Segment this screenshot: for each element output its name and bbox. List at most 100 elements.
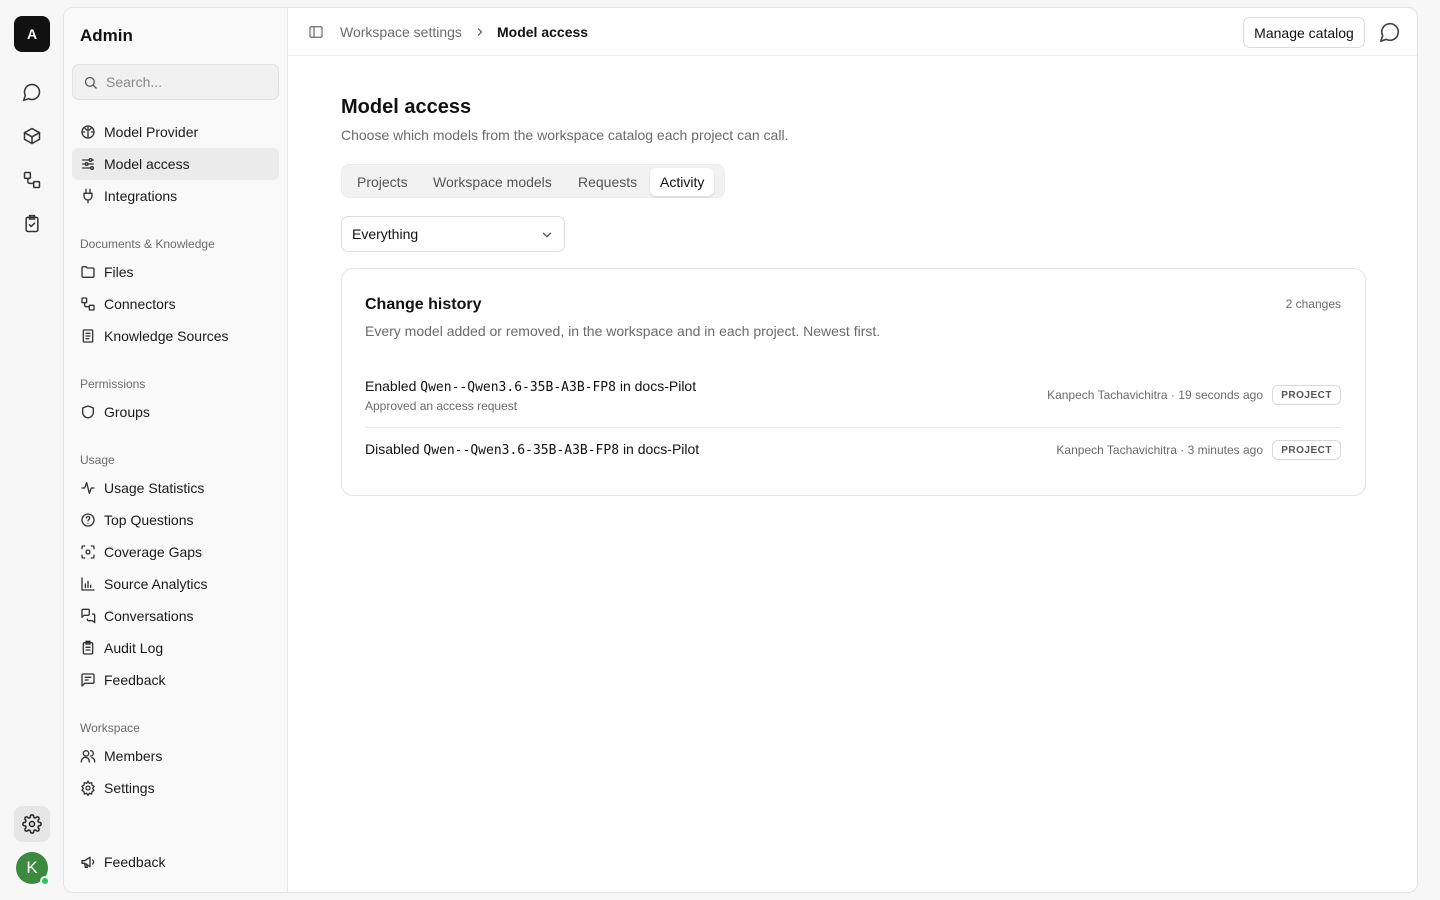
sidebar-item-label: Audit Log	[104, 640, 164, 656]
sidebar-item-label: Model Provider	[104, 124, 199, 140]
row-meta: Kanpech Tachavichitra · 19 seconds ago	[1047, 388, 1263, 402]
sidebar-item-label: Feedback	[104, 672, 166, 688]
sidebar-item-top-questions[interactable]: Top Questions	[72, 504, 279, 536]
scope-badge: PROJECT	[1272, 385, 1341, 405]
activity-filter-select[interactable]: Everything	[341, 216, 565, 252]
row-model: Qwen--Qwen3.6-35B-A3B-FP8	[420, 380, 616, 395]
sidebar-item-audit-log[interactable]: Audit Log	[72, 632, 279, 664]
scan-icon	[81, 545, 95, 559]
cube-icon	[23, 127, 41, 145]
connector-icon	[81, 297, 95, 311]
row-model: Qwen--Qwen3.6-35B-A3B-FP8	[423, 443, 620, 458]
plug-icon	[83, 188, 93, 204]
workspace-logo[interactable]: A	[14, 16, 50, 52]
tab-bar: Projects Workspace models Requests Activ…	[341, 164, 725, 198]
sidebar-footer-feedback[interactable]: Feedback	[72, 846, 279, 878]
page-subtitle: Choose which models from the workspace c…	[341, 127, 789, 143]
sidebar-search-input[interactable]	[106, 74, 266, 90]
settings-rail-button[interactable]	[14, 806, 50, 842]
app-frame: Admin Model Provider Model access Integr…	[63, 7, 1418, 893]
breadcrumb-parent[interactable]: Workspace settings	[340, 24, 462, 40]
change-count: 2 changes	[1285, 297, 1341, 311]
change-history-card: Change history 2 changes Every model add…	[341, 268, 1366, 496]
sidebar-item-label: Conversations	[104, 608, 194, 624]
row-divider	[365, 427, 1341, 428]
breadcrumb-current: Model access	[497, 24, 589, 40]
sidebar-item-members[interactable]: Members	[72, 740, 279, 772]
workflows-rail-button[interactable]	[14, 162, 50, 198]
gear-icon	[81, 780, 95, 796]
sidebar-title: Admin	[80, 26, 133, 45]
sidebar-item-model-provider[interactable]: Model Provider	[72, 116, 279, 148]
sidebar-item-files[interactable]: Files	[72, 256, 279, 288]
chat-bubble-icon	[22, 83, 41, 102]
messages-icon	[81, 608, 96, 624]
sidebar-item-label: Source Analytics	[104, 576, 208, 592]
sidebar-item-label: Files	[104, 264, 134, 280]
section-title-documents: Documents & Knowledge	[80, 237, 215, 251]
card-subtitle: Every model added or removed, in the wor…	[365, 323, 881, 339]
card-title: Change history	[365, 296, 482, 313]
sidebar-item-label: Usage Statistics	[104, 480, 205, 496]
online-status-dot	[40, 876, 50, 886]
brain-icon	[81, 125, 95, 139]
section-title-usage: Usage	[80, 453, 115, 467]
row-action: Enabled	[365, 378, 417, 394]
chevron-down-icon	[542, 232, 552, 238]
sidebar-item-label: Settings	[104, 780, 155, 796]
sidebar-item-label: Connectors	[104, 296, 176, 312]
users-icon	[80, 750, 96, 763]
folder-icon	[81, 266, 95, 278]
icon-rail: A K	[0, 0, 64, 900]
bar-chart-icon	[81, 577, 95, 591]
gear-icon	[22, 814, 42, 834]
sidebar-item-connectors[interactable]: Connectors	[72, 288, 279, 320]
section-title-workspace: Workspace	[80, 721, 140, 735]
question-icon	[81, 513, 95, 527]
clipboard-check-icon	[25, 214, 39, 233]
tab-projects[interactable]: Projects	[347, 168, 418, 196]
main-content: Model access Choose which models from th…	[288, 56, 1417, 892]
activity-icon	[81, 482, 95, 494]
scope-badge: PROJECT	[1272, 440, 1341, 460]
sidebar-item-source-analytics[interactable]: Source Analytics	[72, 568, 279, 600]
sidebar-item-groups[interactable]: Groups	[72, 396, 279, 428]
sidebar-item-label: Feedback	[104, 854, 166, 870]
tab-activity[interactable]: Activity	[650, 168, 715, 196]
sidebar-item-label: Model access	[104, 156, 190, 172]
book-icon	[82, 329, 94, 343]
admin-sidebar: Admin Model Provider Model access Integr…	[64, 8, 288, 892]
tab-requests[interactable]: Requests	[568, 168, 647, 196]
sidebar-item-knowledge-sources[interactable]: Knowledge Sources	[72, 320, 279, 352]
row-meta: Kanpech Tachavichitra · 3 minutes ago	[1056, 443, 1263, 457]
sidebar-item-usage-statistics[interactable]: Usage Statistics	[72, 472, 279, 504]
toggle-sidebar-icon[interactable]	[308, 24, 324, 40]
sidebar-item-coverage-gaps[interactable]: Coverage Gaps	[72, 536, 279, 568]
manage-catalog-button[interactable]: Manage catalog	[1243, 17, 1365, 48]
sidebar-item-settings[interactable]: Settings	[72, 772, 279, 804]
history-row: Enabled Qwen--Qwen3.6-35B-A3B-FP8 in doc…	[365, 378, 1341, 418]
tasks-rail-button[interactable]	[14, 206, 50, 242]
sidebar-item-label: Coverage Gaps	[104, 544, 203, 560]
clipboard-icon	[82, 640, 94, 655]
shield-icon	[82, 405, 94, 419]
sidebar-search[interactable]	[72, 64, 279, 100]
message-square-icon	[81, 673, 95, 687]
chat-bubble-icon[interactable]	[1379, 21, 1401, 43]
chat-rail-button[interactable]	[14, 74, 50, 110]
sidebar-item-feedback[interactable]: Feedback	[72, 664, 279, 696]
history-row: Disabled Qwen--Qwen3.6-35B-A3B-FP8 in do…	[365, 440, 1341, 465]
sidebar-item-conversations[interactable]: Conversations	[72, 600, 279, 632]
sidebar-item-label: Integrations	[104, 188, 178, 204]
section-title-permissions: Permissions	[80, 377, 146, 391]
tab-workspace-models[interactable]: Workspace models	[423, 168, 562, 196]
row-action: Disabled	[365, 441, 420, 457]
megaphone-icon	[81, 856, 95, 868]
filter-value: Everything	[352, 226, 419, 242]
sidebar-item-integrations[interactable]: Integrations	[72, 180, 279, 212]
sidebar-item-model-access[interactable]: Model access	[72, 148, 279, 180]
sidebar-item-label: Groups	[104, 404, 150, 420]
models-rail-button[interactable]	[14, 118, 50, 154]
sliders-icon	[82, 158, 94, 170]
row-target: in docs-Pilot	[622, 441, 700, 457]
